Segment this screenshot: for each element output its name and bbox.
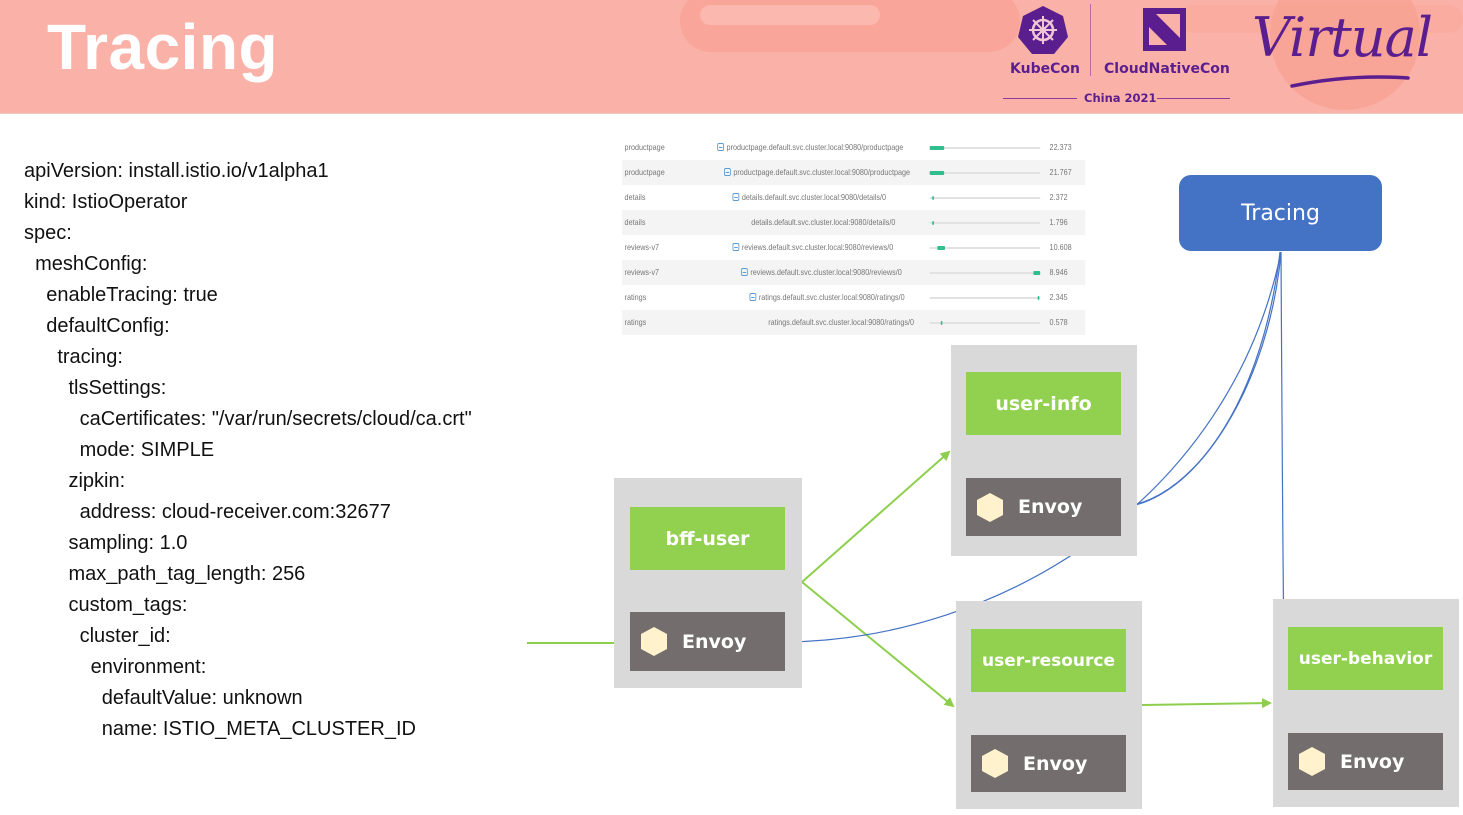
envoy-label: Envoy bbox=[1018, 496, 1083, 518]
architecture-diagram: Tracing bff-user Envoy user-info Envoy u… bbox=[0, 0, 1463, 815]
envoy-sidecar-user-resource: Envoy bbox=[971, 735, 1126, 792]
service-node-user-resource: user-resource bbox=[971, 629, 1126, 692]
envoy-label: Envoy bbox=[1340, 750, 1405, 773]
envoy-sidecar-user-info: Envoy bbox=[966, 478, 1121, 536]
envoy-sidecar-bff-user: Envoy bbox=[630, 612, 785, 671]
hexagon-icon bbox=[641, 627, 667, 656]
request-arrow-to-user-resource bbox=[801, 581, 955, 708]
trace-report-line-user-info-2 bbox=[1120, 251, 1281, 508]
service-node-user-info: user-info bbox=[966, 372, 1121, 435]
request-arrow-to-user-info bbox=[801, 450, 951, 583]
envoy-sidecar-user-behavior: Envoy bbox=[1288, 733, 1443, 790]
service-node-bff-user: bff-user bbox=[630, 507, 785, 570]
request-arrow-to-user-behavior bbox=[1140, 698, 1272, 709]
tracing-backend-node: Tracing bbox=[1179, 175, 1382, 251]
hexagon-icon bbox=[1299, 747, 1325, 776]
envoy-label: Envoy bbox=[1023, 752, 1088, 775]
envoy-label: Envoy bbox=[682, 630, 747, 653]
hexagon-icon bbox=[982, 749, 1008, 778]
diagram-connectors bbox=[527, 251, 1374, 763]
service-node-user-behavior: user-behavior bbox=[1288, 627, 1443, 690]
hexagon-icon bbox=[977, 492, 1003, 522]
trace-report-line-user-info bbox=[1120, 251, 1282, 508]
